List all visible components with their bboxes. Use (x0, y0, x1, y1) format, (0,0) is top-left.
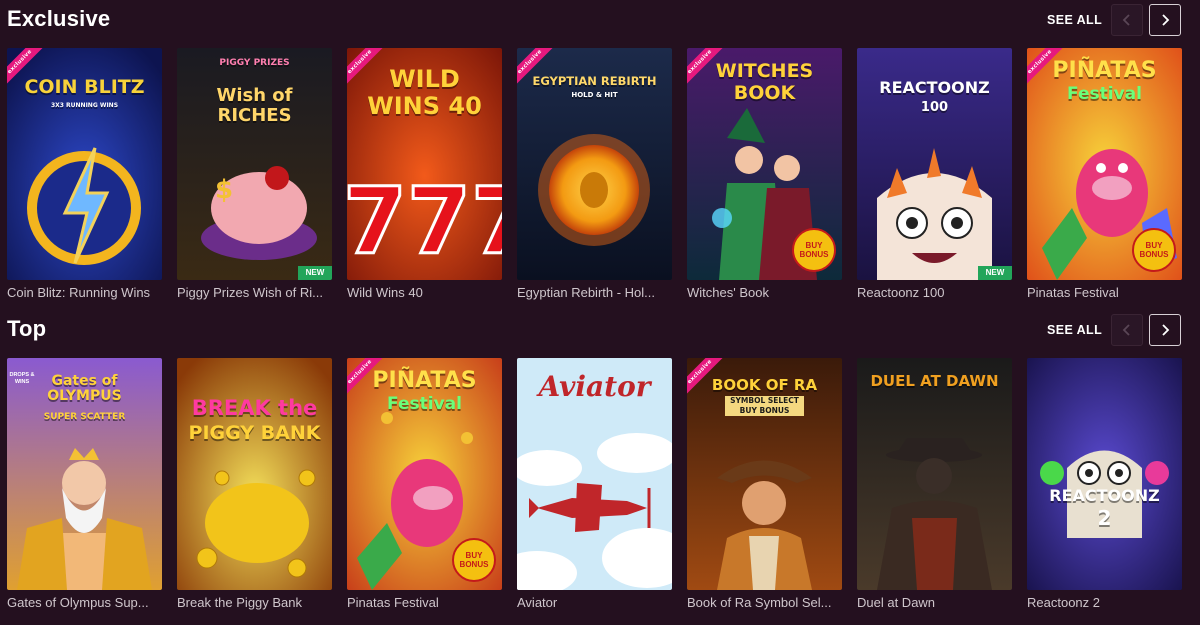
game-label[interactable]: Break the Piggy Bank (177, 595, 332, 610)
game-label[interactable]: Egyptian Rebirth - Hol... (517, 285, 672, 300)
game-thumbnail (857, 48, 1012, 280)
game-thumbnail (7, 48, 162, 280)
svg-text:$: $ (215, 175, 233, 205)
chevron-left-icon (1122, 324, 1130, 336)
game-thumbnail (7, 358, 162, 590)
game-label[interactable]: Book of Ra Symbol Sel... (687, 595, 842, 610)
game-tile-aviator[interactable]: Aviator (517, 358, 672, 590)
game-tile-break-the-piggy-bank[interactable]: BREAK the PIGGY BANK (177, 358, 332, 590)
game-label[interactable]: Coin Blitz: Running Wins (7, 285, 162, 300)
game-thumbnail (1027, 358, 1182, 590)
game-thumbnail (517, 48, 672, 280)
chevron-right-icon (1162, 14, 1170, 26)
buy-bonus-badge: BUY BONUS (792, 228, 836, 272)
new-badge: NEW (298, 266, 332, 280)
game-tile-book-of-ra[interactable]: BOOK OF RA SYMBOL SELECT BUY BONUS exclu… (687, 358, 842, 590)
game-tile-egyptian-rebirth[interactable]: EGYPTIAN REBIRTH HOLD & HIT exclusive (517, 48, 672, 280)
game-tile-witches-book[interactable]: WITCHES BOOK exclusive BUY BONUS (687, 48, 842, 280)
svg-text:777: 777 (347, 168, 502, 275)
game-label[interactable]: Aviator (517, 595, 672, 610)
game-label[interactable]: Pinatas Festival (347, 595, 502, 610)
chevron-right-icon (1162, 324, 1170, 336)
game-label[interactable]: Wild Wins 40 (347, 285, 502, 300)
game-tile-reactoonz-100[interactable]: REACTOONZ 100 NEW (857, 48, 1012, 280)
game-label[interactable]: Duel at Dawn (857, 595, 1012, 610)
game-thumbnail: 777 (347, 48, 502, 280)
game-tile-reactoonz-2[interactable]: REACTOONZ 2 (1027, 358, 1182, 590)
game-tile-duel-at-dawn[interactable]: DUEL AT DAWN (857, 358, 1012, 590)
buy-bonus-badge: BUY BONUS (452, 538, 496, 582)
see-all-link[interactable]: SEE ALL (1047, 13, 1102, 27)
drops-wins-badge: DROPS & WINS (9, 372, 35, 385)
game-label[interactable]: Reactoonz 100 (857, 285, 1012, 300)
game-label[interactable]: Reactoonz 2 (1027, 595, 1182, 610)
section-title: Top (7, 316, 47, 341)
new-badge: NEW (978, 266, 1012, 280)
game-thumbnail (857, 358, 1012, 590)
carousel-prev-button[interactable] (1111, 314, 1143, 346)
game-tile-pinatas-festival[interactable]: PIÑATAS Festival exclusive BUY BONUS (347, 358, 502, 590)
game-tile-pinatas-festival[interactable]: PIÑATAS Festival exclusive BUY BONUS (1027, 48, 1182, 280)
game-thumbnail (177, 358, 332, 590)
carousel-next-button[interactable] (1149, 314, 1181, 346)
game-tile-coin-blitz[interactable]: COIN BLITZ 3X3 RUNNING WINS exclusive (7, 48, 162, 280)
chevron-left-icon (1122, 14, 1130, 26)
game-thumbnail (687, 358, 842, 590)
game-label[interactable]: Piggy Prizes Wish of Ri... (177, 285, 332, 300)
carousel-prev-button[interactable] (1111, 4, 1143, 36)
game-label[interactable]: Gates of Olympus Sup... (7, 595, 162, 610)
game-thumbnail: $ (177, 48, 332, 280)
buy-bonus-badge: BUY BONUS (1132, 228, 1176, 272)
section-title: Exclusive (7, 6, 111, 31)
see-all-link[interactable]: SEE ALL (1047, 323, 1102, 337)
game-tile-wild-wins-40[interactable]: 777 WILD WINS 40 exclusive (347, 48, 502, 280)
game-label[interactable]: Pinatas Festival (1027, 285, 1182, 300)
game-tile-gates-of-olympus[interactable]: Gates of OLYMPUS SUPER SCATTER DROPS & W… (7, 358, 162, 590)
carousel-next-button[interactable] (1149, 4, 1181, 36)
game-label[interactable]: Witches' Book (687, 285, 842, 300)
game-thumbnail (517, 358, 672, 590)
game-tile-piggy-prizes[interactable]: $ PIGGY PRIZES Wish of RICHES NEW (177, 48, 332, 280)
